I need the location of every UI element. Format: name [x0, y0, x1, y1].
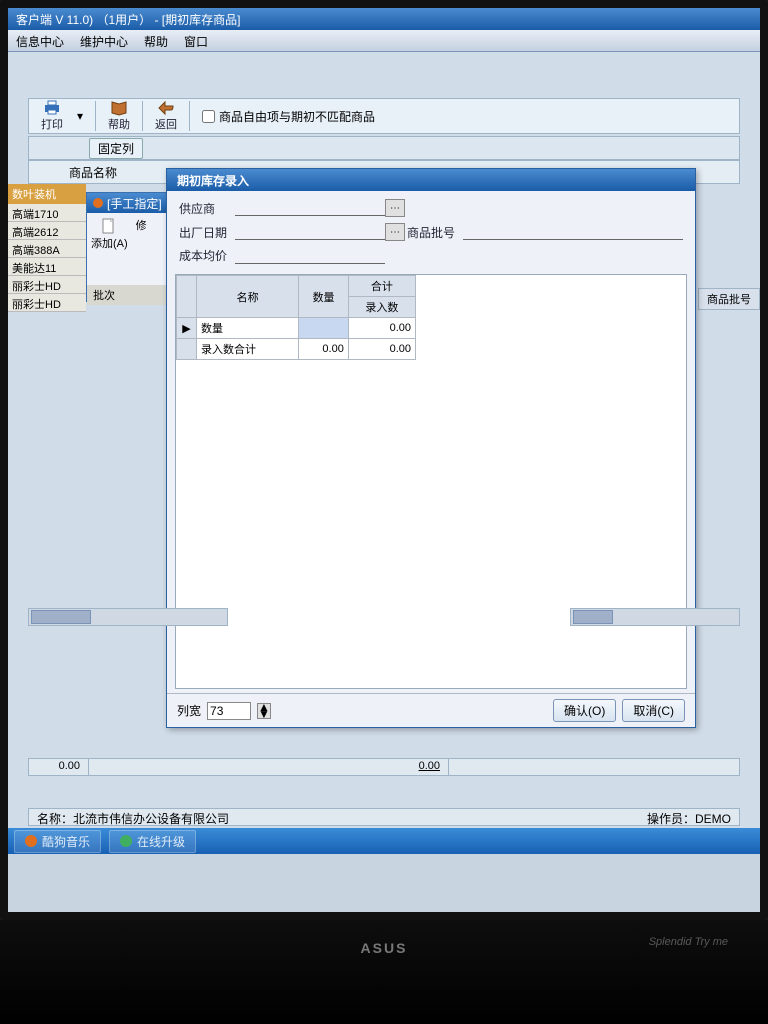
- back-arrow-icon: [157, 100, 175, 116]
- printer-icon: [43, 100, 61, 116]
- supplier-input[interactable]: [235, 200, 385, 216]
- dialog-footer: 列宽 ▲▼ 确认(O) 取消(C): [167, 693, 695, 727]
- update-icon: [120, 835, 132, 847]
- app-titlebar: 客户端 V 11.0) （1用户） - [期初库存商品]: [8, 8, 760, 30]
- new-doc-icon: [100, 217, 118, 235]
- list-item[interactable]: 丽彩士HD: [8, 294, 86, 312]
- colwidth-label: 列宽: [177, 702, 201, 719]
- help-button[interactable]: 帮助: [102, 99, 136, 133]
- factory-date-label: 出厂日期: [179, 224, 235, 241]
- back-button[interactable]: 返回: [149, 99, 183, 133]
- app-title: 客户端 V 11.0) （1用户） - [期初库存商品]: [16, 13, 240, 27]
- mismatch-checkbox[interactable]: 商品自由项与期初不匹配商品: [202, 108, 375, 125]
- list-item[interactable]: 美能达11: [8, 258, 86, 276]
- col-entry[interactable]: 录入数: [348, 297, 415, 318]
- cost-avg-label: 成本均价: [179, 247, 235, 264]
- ok-button[interactable]: 确认(O): [553, 699, 616, 722]
- supplier-label: 供应商: [179, 200, 235, 217]
- factory-date-lookup-button[interactable]: ⋯: [385, 223, 405, 241]
- operator-name: DEMO: [695, 812, 731, 826]
- add-button[interactable]: 添加(A): [91, 217, 128, 251]
- initial-inventory-dialog: 期初库存录入 供应商 ⋯ 出厂日期 ⋯ 商品批号 成本均价 名称 数量 合计: [166, 168, 696, 728]
- spinner-arrows-icon[interactable]: ▲▼: [257, 703, 271, 719]
- list-item[interactable]: 高端388A: [8, 240, 86, 258]
- orange-dot-icon: [93, 198, 103, 208]
- taskbar-item-update[interactable]: 在线升级: [109, 830, 196, 853]
- factory-date-input[interactable]: [235, 224, 385, 240]
- left-product-list: 数叶装机 高端1710 高端2612 高端388A 美能达11 丽彩士HD 丽彩…: [8, 184, 86, 312]
- bg-hscrollbar-left[interactable]: [28, 608, 228, 626]
- company-label: 名称：: [37, 812, 73, 826]
- menu-info[interactable]: 信息中心: [16, 33, 64, 48]
- print-dropdown[interactable]: ▾: [71, 108, 89, 124]
- bg-toolbar-2: 固定列: [28, 136, 740, 160]
- company-name: 北流市伟信办公设备有限公司: [73, 812, 229, 826]
- dialog-titlebar[interactable]: 期初库存录入: [167, 169, 695, 191]
- app-menubar[interactable]: 信息中心 维护中心 帮助 窗口: [8, 30, 760, 52]
- menu-help[interactable]: 帮助: [144, 33, 168, 48]
- menu-maintain[interactable]: 维护中心: [80, 33, 128, 48]
- grid-corner: [177, 276, 197, 318]
- main-toolbar: 打印 ▾ 帮助 返回 商品自由项与期初不匹配商品: [28, 98, 740, 134]
- book-icon: [110, 100, 128, 116]
- mismatch-checkbox-input[interactable]: [202, 110, 215, 123]
- list-item[interactable]: 丽彩士HD: [8, 276, 86, 294]
- colwidth-spinner[interactable]: [207, 702, 251, 720]
- taskbar-item-music[interactable]: 酷狗音乐: [14, 830, 101, 853]
- product-name-header: 商品名称: [69, 164, 117, 181]
- music-icon: [25, 835, 37, 847]
- monitor-splendid-label: Splendid Try me: [649, 936, 728, 948]
- status-cell-left: 0.00: [29, 759, 89, 775]
- list-item[interactable]: 高端2612: [8, 222, 86, 240]
- operator-label: 操作员：: [647, 812, 695, 826]
- batch-no-input[interactable]: [463, 224, 683, 240]
- taskbar[interactable]: 酷狗音乐 在线升级: [8, 828, 760, 854]
- right-column-header: 商品批号: [698, 288, 760, 310]
- batch-no-label: 商品批号: [407, 224, 463, 241]
- cost-avg-input[interactable]: [235, 248, 385, 264]
- bg-hscrollbar-right[interactable]: [570, 608, 740, 626]
- status-strip: 0.00 0.00: [28, 758, 740, 776]
- bottom-statusbar: 名称：北流市伟信办公设备有限公司 操作员：DEMO: [28, 808, 740, 826]
- col-total[interactable]: 合计: [348, 276, 415, 297]
- dialog-title: 期初库存录入: [177, 174, 249, 188]
- status-cell-mid: 0.00: [389, 759, 449, 775]
- monitor-brand: ASUS: [361, 940, 408, 956]
- dialog-grid[interactable]: 名称 数量 合计 录入数 ▶ 数量 0.00 录入数合计 0.00: [175, 274, 687, 689]
- left-tab[interactable]: 数叶装机: [8, 184, 86, 204]
- col-name[interactable]: 名称: [197, 276, 299, 318]
- menu-window[interactable]: 窗口: [184, 33, 208, 48]
- row-pointer-icon: ▶: [177, 318, 197, 339]
- table-row[interactable]: ▶ 数量 0.00: [177, 318, 416, 339]
- supplier-lookup-button[interactable]: ⋯: [385, 199, 405, 217]
- table-row[interactable]: 录入数合计 0.00 0.00: [177, 339, 416, 360]
- fixed-column-button[interactable]: 固定列: [89, 138, 143, 159]
- print-button[interactable]: 打印: [35, 99, 69, 133]
- list-item[interactable]: 高端1710: [8, 204, 86, 222]
- col-qty[interactable]: 数量: [299, 276, 349, 318]
- cancel-button[interactable]: 取消(C): [622, 699, 685, 722]
- edit-button[interactable]: 修: [136, 217, 147, 251]
